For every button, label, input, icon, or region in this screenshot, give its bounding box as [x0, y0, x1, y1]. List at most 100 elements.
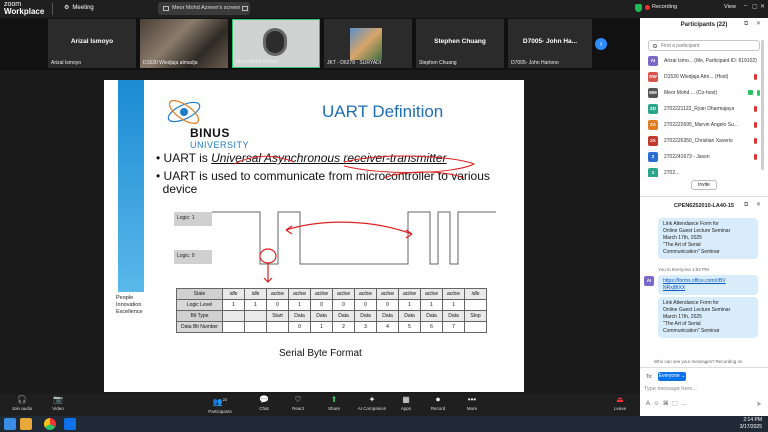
participants-button[interactable]: 👥22 Participants — [200, 394, 240, 416]
recording-status[interactable]: Recording — [652, 4, 677, 10]
table-cell: Stop — [464, 310, 487, 322]
mic-muted-icon — [754, 138, 757, 144]
table-cell: active — [354, 288, 377, 300]
participant-row[interactable]: DW D1530 Wiedjaja Atm... (Host) — [640, 69, 768, 85]
table-cell: 0 — [288, 321, 311, 333]
participant-row[interactable]: 2 2702... — [640, 165, 768, 177]
participant-row[interactable]: ZD 2702221122_Ryan Dharmajaya — [640, 101, 768, 117]
video-off-icon: 📷 — [53, 395, 63, 404]
avatar: 2X — [648, 136, 658, 146]
leave-button[interactable]: ⏏ Leave — [600, 394, 640, 416]
shield-icon: ⚙ — [64, 5, 70, 11]
table-cell — [266, 321, 289, 333]
video-tile-active-speaker[interactable]: Meor Mohd Azreen — [232, 19, 320, 68]
video-strip: Arizal Ismoyo Arizal Ismoyo D1530 Wiedja… — [0, 18, 640, 70]
meeting-info-button[interactable]: ⚙ Meeting — [64, 4, 94, 12]
share-button[interactable]: ⬆ Share — [314, 394, 354, 416]
chat-tools[interactable]: A ☺ ⌘ ⬚ … — [646, 400, 687, 407]
shared-slide: BINUS UNIVERSITY UART Definition • UART … — [104, 80, 524, 392]
popout-icon — [242, 6, 248, 11]
table-cell — [222, 310, 245, 322]
maximize-icon[interactable]: ▢ — [752, 3, 758, 10]
close-icon[interactable]: ✕ — [760, 3, 765, 10]
table-cell: 6 — [420, 321, 443, 333]
table-cell: active — [420, 288, 443, 300]
chat-message: Link Attendance Form for Online Guest Le… — [658, 218, 758, 259]
react-button[interactable]: ♡ React — [278, 394, 318, 416]
security-shield-icon — [635, 4, 642, 12]
next-page-button[interactable]: › — [595, 38, 607, 50]
video-tile[interactable]: D1530 Wiedjaja atmadja — [140, 19, 228, 68]
search-input[interactable]: Find a participant — [648, 40, 760, 51]
screen-share-indicator[interactable]: Meor Mohd Azreen's screen — [158, 2, 250, 15]
table-cell — [464, 321, 487, 333]
send-icon[interactable]: ➤ — [756, 400, 762, 408]
logic-zero-label: Logic: 0 — [177, 253, 195, 259]
chat-visibility-notice[interactable]: Who can see your messages? Recording on — [654, 359, 743, 364]
table-cell: 1 — [420, 299, 443, 311]
top-bar: zoom Workplace ⚙ Meeting Meor Mohd Azreen… — [0, 0, 640, 18]
table-cell: 4 — [376, 321, 399, 333]
close-panel-icon[interactable]: ✕ — [756, 20, 761, 27]
table-cell: 0 — [354, 299, 377, 311]
video-tile[interactable]: Stephen Chuang Stephen Chuang — [416, 19, 504, 68]
participant-row[interactable]: MM Meor Mohd ... (Co-host) — [640, 85, 768, 101]
video-tile[interactable]: D7005- John Ha... D7005- John Hartono — [508, 19, 592, 68]
minimize-icon[interactable]: – — [744, 3, 747, 9]
video-tile[interactable]: Arizal Ismoyo Arizal Ismoyo — [48, 19, 136, 68]
chevron-right-icon: › — [599, 39, 603, 48]
chevron-down-icon: ⌄ — [681, 373, 686, 379]
divider — [640, 367, 768, 368]
panel-top-bar: Recording View – ▢ ✕ — [635, 0, 768, 18]
participant-row[interactable]: AI Arizal Ismo... (Me, Participant ID: 6… — [640, 53, 768, 69]
table-cell: Data — [310, 310, 333, 322]
join-audio-button[interactable]: 🎧 Join audio — [2, 394, 42, 416]
table-cell: Data — [376, 310, 399, 322]
chat-message-input[interactable]: Type message here... — [644, 384, 764, 396]
row-header: Data Bit Number — [176, 321, 223, 333]
table-cell: idle — [464, 288, 487, 300]
table-cell: 1 — [222, 299, 245, 311]
mic-muted-icon — [754, 74, 757, 80]
more-button[interactable]: ••• More — [452, 394, 492, 416]
leave-icon: ⏏ — [616, 395, 624, 404]
mic-muted-icon — [754, 122, 757, 128]
screen-icon — [163, 6, 169, 11]
system-clock[interactable]: 2:14 PM 3/17/2025 — [740, 417, 762, 431]
zoom-icon[interactable] — [64, 418, 76, 430]
table-cell: active — [266, 288, 289, 300]
row-header: State — [176, 288, 223, 300]
serial-byte-table: State idle idle active active active act… — [176, 288, 487, 333]
table-cell: 1 — [442, 299, 465, 311]
table-cell: active — [332, 288, 355, 300]
mic-icon — [757, 90, 760, 96]
start-icon[interactable] — [4, 418, 16, 430]
panel-scrollbar[interactable] — [761, 40, 764, 170]
participant-row[interactable]: 2X 2702226350_Christian Xaverio — [640, 133, 768, 149]
chrome-icon[interactable] — [44, 418, 56, 430]
row-header: Bit Type — [176, 310, 223, 322]
participant-row[interactable]: ZA 2702222695_Marvin Angelo Su... — [640, 117, 768, 133]
invite-button[interactable]: Invite — [691, 180, 717, 190]
table-cell: 3 — [354, 321, 377, 333]
chat-link-message[interactable]: https://forms.office.com/r/BV NRxjBtXX — [658, 275, 758, 295]
recording-dot-icon — [645, 5, 650, 10]
avatar: ZD — [648, 104, 658, 114]
table-cell: 0 — [376, 299, 399, 311]
panel-title: Participants (22) — [680, 22, 728, 28]
avatar: 2 — [648, 168, 658, 177]
popout-icon[interactable]: ⧉ — [744, 21, 748, 28]
avatar — [350, 28, 382, 60]
close-chat-icon[interactable]: ✕ — [756, 201, 761, 208]
recipient-label: To: — [646, 374, 653, 380]
video-tile[interactable]: JKT - D6278 - SURYADI — [324, 19, 412, 68]
participant-row[interactable]: 2 2702241673 - Jason — [640, 149, 768, 165]
file-explorer-icon[interactable] — [20, 418, 32, 430]
table-cell: 1 — [244, 299, 267, 311]
screen-share-icon — [748, 90, 753, 95]
view-button[interactable]: View — [724, 4, 736, 10]
recipient-dropdown[interactable]: Everyone ⌄ — [658, 372, 686, 381]
table-cell — [222, 321, 245, 333]
popout-icon[interactable]: ⧉ — [744, 202, 748, 209]
video-button[interactable]: 📷 Video — [38, 394, 78, 416]
